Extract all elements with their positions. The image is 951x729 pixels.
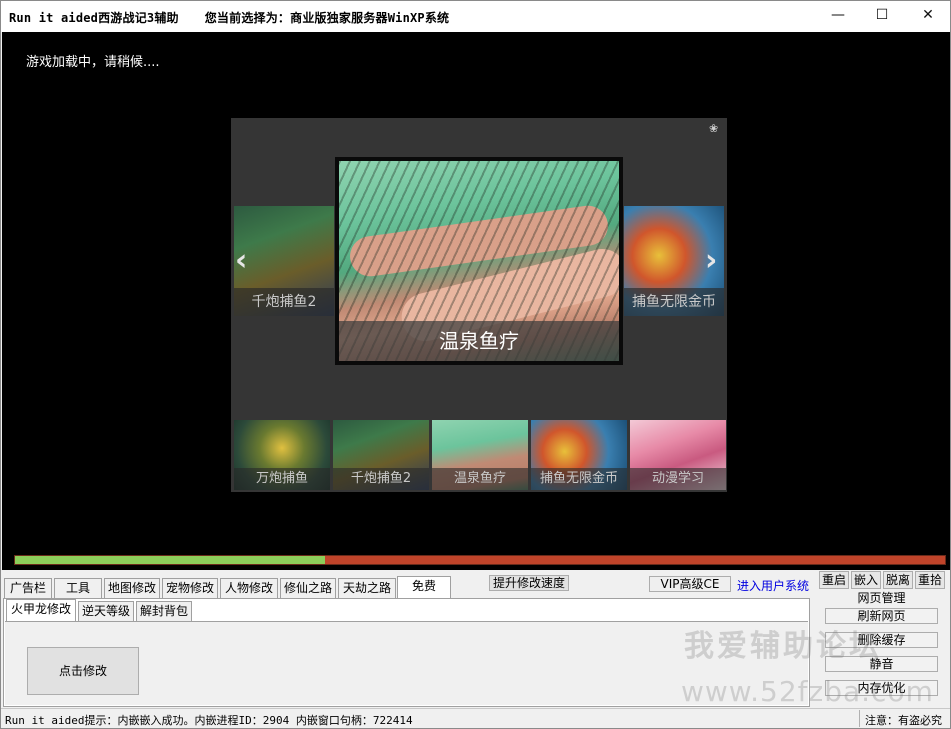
carousel: ❀ 千炮捕鱼2 捕鱼无限金币 ‹ › 温泉鱼疗 万炮捕鱼 千炮捕鱼2 温泉鱼疗 …: [231, 118, 727, 492]
maximize-button[interactable]: ☐: [859, 1, 905, 29]
thumbnail-caption: 捕鱼无限金币: [531, 468, 627, 490]
thumbnail-caption: 动漫学习: [630, 468, 726, 490]
app-title: Run it aided西游战记3辅助: [9, 11, 179, 25]
speed-up-button[interactable]: 提升修改速度: [489, 575, 569, 591]
subtab-fire-dragon[interactable]: 火甲龙修改: [6, 599, 76, 621]
tab-pet-edit[interactable]: 宠物修改: [162, 578, 218, 598]
window-title: Run it aided西游战记3辅助 您当前选择为：商业版独家服务器WinXP系…: [9, 9, 449, 26]
carousel-prev-caption: 千炮捕鱼2: [234, 288, 334, 316]
thumbnail[interactable]: 万炮捕鱼: [234, 420, 330, 490]
vip-ce-button[interactable]: VIP高级CE: [649, 576, 731, 592]
game-area[interactable]: 游戏加载中，请稍候.... ❀ 千炮捕鱼2 捕鱼无限金币 ‹ › 温泉鱼疗 万炮…: [2, 32, 950, 570]
minimize-button[interactable]: —: [815, 1, 861, 29]
progress-fill: [15, 556, 325, 564]
status-divider: [859, 710, 860, 727]
tab-ads[interactable]: 广告栏: [4, 578, 52, 598]
apply-modify-button[interactable]: 点击修改: [27, 647, 139, 695]
paw-icon[interactable]: ❀: [709, 122, 723, 136]
title-bar: Run it aided西游战记3辅助 您当前选择为：商业版独家服务器WinXP系…: [1, 1, 950, 32]
user-system-link[interactable]: 进入用户系统: [737, 577, 809, 594]
watermark-url: www.52fzba.com: [681, 675, 934, 708]
carousel-next-caption: 捕鱼无限金币: [624, 288, 724, 316]
tab-tribulation[interactable]: 天劫之路: [338, 578, 396, 598]
loading-progress-bar: [14, 555, 946, 565]
thumbnail[interactable]: 捕鱼无限金币: [531, 420, 627, 490]
tab-map-edit[interactable]: 地图修改: [104, 578, 160, 598]
restart-button[interactable]: 重启: [819, 571, 849, 589]
app-window: Run it aided西游战记3辅助 您当前选择为：商业版独家服务器WinXP系…: [0, 0, 951, 729]
thumbnail[interactable]: 动漫学习: [630, 420, 726, 490]
main-slide-caption: 温泉鱼疗: [339, 321, 619, 361]
carousel-prev-slide[interactable]: 千炮捕鱼2: [234, 206, 334, 316]
embed-button[interactable]: 嵌入: [851, 571, 881, 589]
tab-tools[interactable]: 工具: [54, 578, 102, 598]
tab-cultivation[interactable]: 修仙之路: [280, 578, 336, 598]
loading-text: 游戏加载中，请稍候....: [26, 55, 160, 70]
thumbnail-row: 万炮捕鱼 千炮捕鱼2 温泉鱼疗 捕鱼无限金币 动漫学习: [234, 420, 727, 490]
subtab-level[interactable]: 逆天等级: [78, 601, 134, 621]
thumbnail[interactable]: 千炮捕鱼2: [333, 420, 429, 490]
status-message: Run it aided提示：内嵌嵌入成功。内嵌进程ID：2904 内嵌窗口句柄…: [5, 714, 413, 727]
web-manage-label: 网页管理: [857, 591, 906, 605]
detach-button[interactable]: 脱离: [883, 571, 913, 589]
pickup-button[interactable]: 重拾: [915, 571, 945, 589]
selection-text: 您当前选择为：商业版独家服务器WinXP系统: [204, 11, 450, 25]
tab-free[interactable]: 免费: [397, 576, 451, 598]
status-notice: 注意：有盗必究: [865, 714, 942, 727]
thumbnail-caption: 千炮捕鱼2: [333, 468, 429, 490]
thumbnail-caption: 万炮捕鱼: [234, 468, 330, 490]
thumbnail[interactable]: 温泉鱼疗: [432, 420, 528, 490]
status-bar: Run it aided提示：内嵌嵌入成功。内嵌进程ID：2904 内嵌窗口句柄…: [1, 708, 950, 728]
watermark-title: 我爱辅助论坛: [684, 629, 882, 664]
subtab-unlock-bag[interactable]: 解封背包: [136, 601, 192, 621]
carousel-main-slide[interactable]: 温泉鱼疗: [335, 157, 623, 365]
tab-character-edit[interactable]: 人物修改: [220, 578, 278, 598]
chevron-right-icon[interactable]: ›: [705, 246, 717, 276]
close-button[interactable]: ✕: [905, 1, 951, 29]
thumbnail-caption: 温泉鱼疗: [432, 468, 528, 490]
chevron-left-icon[interactable]: ‹: [235, 246, 247, 276]
